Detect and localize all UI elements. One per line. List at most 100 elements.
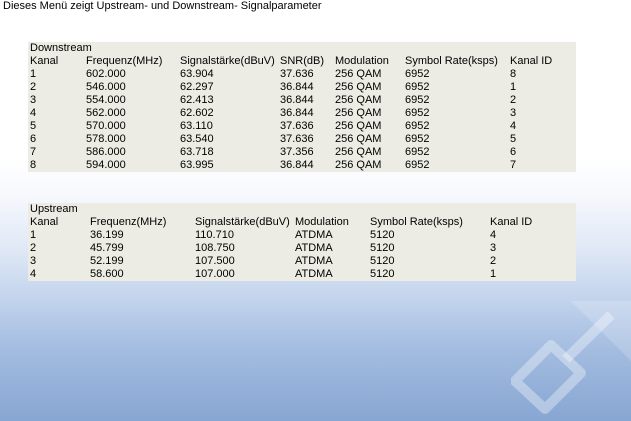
status-page: { "intro_text": "Dieses Menü zeigt Upstr… (0, 0, 631, 421)
cell-snr: 37.636 (280, 68, 314, 80)
cell-kanal: 4 (30, 268, 37, 280)
column-header-snr: SNR(dB) (280, 55, 325, 67)
cell-kanal-id: 6 (510, 146, 517, 158)
cell-kanal-id: 4 (490, 229, 497, 241)
cell-symbol-rate: 6952 (405, 107, 430, 119)
cell-snr: 36.844 (280, 107, 314, 119)
cell-modulation: 256 QAM (335, 146, 382, 158)
cell-kanal-id: 2 (490, 255, 497, 267)
cell-symbol-rate: 5120 (370, 255, 395, 267)
column-header-symbol-rate: Symbol Rate(ksps) (405, 55, 498, 67)
cell-kanal: 3 (30, 94, 37, 106)
table-row: 1 36.199 110.710 ATDMA 5120 4 (28, 229, 576, 242)
cell-frequenz: 52.199 (90, 255, 124, 267)
column-header-frequenz: Frequenz(MHz) (90, 216, 167, 228)
cell-kanal: 6 (30, 133, 37, 145)
cell-kanal-id: 8 (510, 68, 517, 80)
cell-signalstaerke: 63.540 (180, 133, 214, 145)
cell-frequenz: 546.000 (86, 81, 126, 93)
cell-modulation: 256 QAM (335, 107, 382, 119)
cell-signalstaerke: 63.995 (180, 159, 214, 171)
cell-snr: 37.636 (280, 133, 314, 145)
cell-frequenz: 45.799 (90, 242, 124, 254)
column-header-modulation: Modulation (295, 216, 349, 228)
upstream-header-row: Kanal Frequenz(MHz) Signalstärke(dBuV) M… (28, 216, 576, 229)
column-header-signalstaerke: Signalstärke(dBuV) (195, 216, 290, 228)
cell-kanal-id: 2 (510, 94, 517, 106)
cell-kanal: 3 (30, 255, 37, 267)
column-header-modulation: Modulation (335, 55, 389, 67)
cell-kanal: 1 (30, 68, 37, 80)
cell-kanal-id: 1 (510, 81, 517, 93)
upstream-table: Upstream Kanal Frequenz(MHz) Signalstärk… (28, 203, 576, 281)
watermark-logo-icon (511, 301, 631, 414)
column-header-kanal-id: Kanal ID (510, 55, 553, 67)
table-row: 5 570.000 63.110 37.636 256 QAM 6952 4 (28, 120, 576, 133)
table-row: 7 586.000 63.718 37.356 256 QAM 6952 6 (28, 146, 576, 159)
cell-signalstaerke: 63.718 (180, 146, 214, 158)
cell-snr: 36.844 (280, 81, 314, 93)
cell-frequenz: 570.000 (86, 120, 126, 132)
cell-symbol-rate: 6952 (405, 94, 430, 106)
cell-modulation: ATDMA (295, 255, 333, 267)
cell-kanal: 7 (30, 146, 37, 158)
table-row: 8 594.000 63.995 36.844 256 QAM 6952 7 (28, 159, 576, 172)
upstream-title: Upstream (30, 203, 78, 215)
cell-kanal: 1 (30, 229, 37, 241)
table-row: 3 554.000 62.413 36.844 256 QAM 6952 2 (28, 94, 576, 107)
page-description: Dieses Menü zeigt Upstream- und Downstre… (3, 0, 322, 12)
column-header-kanal-id: Kanal ID (490, 216, 533, 228)
cell-signalstaerke: 107.500 (195, 255, 235, 267)
cell-kanal-id: 3 (510, 107, 517, 119)
cell-signalstaerke: 63.110 (180, 120, 213, 132)
cell-kanal: 2 (30, 81, 37, 93)
cell-signalstaerke: 62.297 (180, 81, 214, 93)
cell-modulation: ATDMA (295, 268, 333, 280)
cell-frequenz: 562.000 (86, 107, 126, 119)
column-header-frequenz: Frequenz(MHz) (86, 55, 163, 67)
cell-kanal-id: 4 (510, 120, 517, 132)
column-header-kanal: Kanal (30, 55, 59, 67)
cell-modulation: 256 QAM (335, 133, 382, 145)
downstream-table: Downstream Kanal Frequenz(MHz) Signalstä… (28, 42, 576, 172)
table-row: 4 58.600 107.000 ATDMA 5120 1 (28, 268, 576, 281)
cell-signalstaerke: 62.602 (180, 107, 214, 119)
cell-signalstaerke: 63.904 (180, 68, 214, 80)
cell-modulation: 256 QAM (335, 81, 382, 93)
column-header-kanal: Kanal (30, 216, 59, 228)
cell-kanal-id: 3 (490, 242, 497, 254)
column-header-symbol-rate: Symbol Rate(ksps) (370, 216, 463, 228)
table-row: 6 578.000 63.540 37.636 256 QAM 6952 5 (28, 133, 576, 146)
table-row: 1 602.000 63.904 37.636 256 QAM 6952 8 (28, 68, 576, 81)
cell-snr: 37.356 (280, 146, 314, 158)
cell-frequenz: 554.000 (86, 94, 126, 106)
cell-signalstaerke: 110.710 (195, 229, 234, 241)
cell-symbol-rate: 5120 (370, 242, 395, 254)
cell-kanal: 4 (30, 107, 37, 119)
table-row: 3 52.199 107.500 ATDMA 5120 2 (28, 255, 576, 268)
downstream-title: Downstream (30, 42, 92, 54)
table-row: 2 45.799 108.750 ATDMA 5120 3 (28, 242, 576, 255)
cell-modulation: 256 QAM (335, 94, 382, 106)
table-row: 2 546.000 62.297 36.844 256 QAM 6952 1 (28, 81, 576, 94)
cell-signalstaerke: 108.750 (195, 242, 235, 254)
cell-frequenz: 58.600 (90, 268, 124, 280)
cell-kanal: 5 (30, 120, 37, 132)
cell-snr: 36.844 (280, 159, 314, 171)
cell-symbol-rate: 6952 (405, 81, 430, 93)
downstream-header-row: Kanal Frequenz(MHz) Signalstärke(dBuV) S… (28, 55, 576, 68)
cell-kanal-id: 5 (510, 133, 517, 145)
cell-modulation: ATDMA (295, 242, 333, 254)
cell-signalstaerke: 62.413 (180, 94, 214, 106)
cell-frequenz: 594.000 (86, 159, 126, 171)
cell-snr: 37.636 (280, 120, 314, 132)
cell-symbol-rate: 6952 (405, 146, 430, 158)
column-header-signalstaerke: Signalstärke(dBuV) (180, 55, 275, 67)
table-row: 4 562.000 62.602 36.844 256 QAM 6952 3 (28, 107, 576, 120)
cell-modulation: 256 QAM (335, 159, 382, 171)
cell-kanal: 8 (30, 159, 37, 171)
cell-symbol-rate: 6952 (405, 159, 430, 171)
cell-snr: 36.844 (280, 94, 314, 106)
cell-symbol-rate: 5120 (370, 229, 395, 241)
cell-modulation: 256 QAM (335, 68, 382, 80)
